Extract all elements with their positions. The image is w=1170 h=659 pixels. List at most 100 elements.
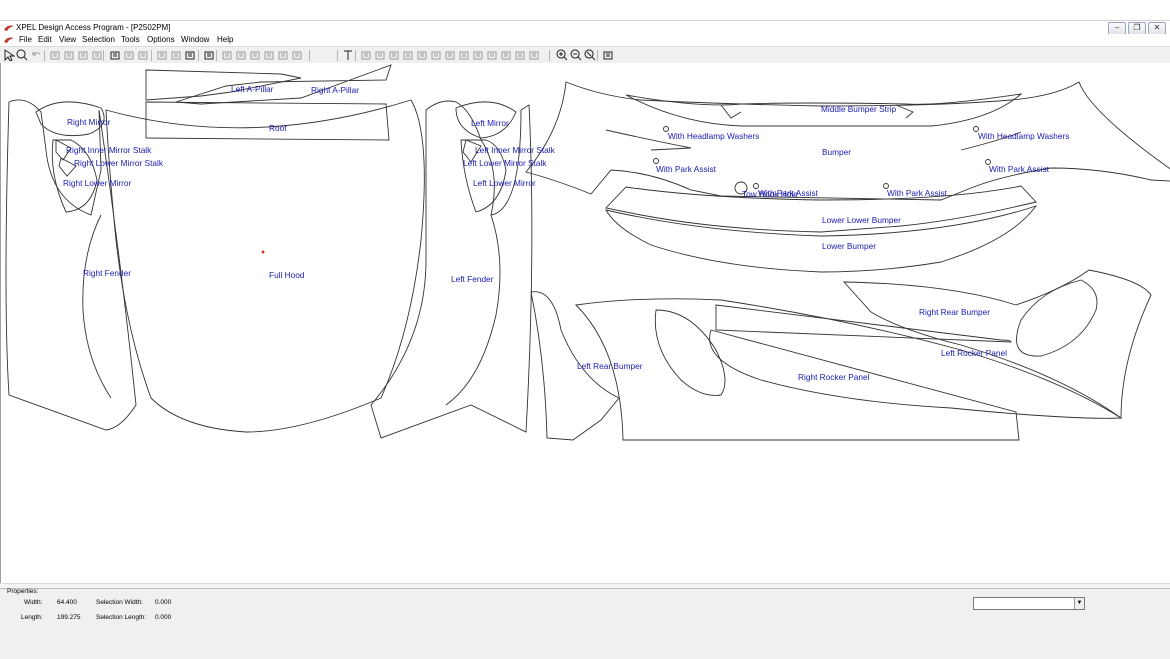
label-with-headlamp-washers-2: With Headlamp Washers xyxy=(978,131,1070,141)
properties-panel: Properties: Width: 64.400 Selection Widt… xyxy=(0,588,1170,659)
menu-help[interactable]: Help xyxy=(217,34,233,46)
length-value: 199.275 xyxy=(57,614,81,621)
toolbar xyxy=(0,46,1170,64)
toolbar-separator xyxy=(103,50,104,61)
width-label: Width: xyxy=(24,599,43,606)
print-preview-icon[interactable] xyxy=(123,49,135,61)
menu-window[interactable]: Window xyxy=(181,34,209,46)
rectangle-icon[interactable] xyxy=(156,49,168,61)
copy-icon[interactable] xyxy=(63,49,75,61)
label-middle-bumper-strip: Middle Bumper Strip xyxy=(821,104,897,114)
chevron-down-icon[interactable]: ▼ xyxy=(1074,598,1084,609)
properties-heading: Properties: xyxy=(7,588,39,595)
line-icon[interactable] xyxy=(402,49,414,61)
delete-icon[interactable] xyxy=(91,49,103,61)
label-right-lower-mirror: Right Lower Mirror xyxy=(63,178,132,188)
toolbar-separator xyxy=(216,50,217,61)
menu-file[interactable]: File xyxy=(19,34,32,46)
title-bar: XPEL Design Access Program - [P2502PM] ‒… xyxy=(0,20,1170,35)
scissors-icon[interactable] xyxy=(430,49,442,61)
rotate-icon[interactable] xyxy=(500,49,512,61)
zoom-in-icon[interactable] xyxy=(556,49,568,61)
cut-icon[interactable] xyxy=(49,49,61,61)
label-left-inner-mirror-stalk: Left Inner Mirror Stalk xyxy=(475,145,555,155)
document-icon xyxy=(4,37,14,43)
label-right-a-pillar: Right A-Pillar xyxy=(311,85,359,95)
align-left-icon[interactable] xyxy=(221,49,233,61)
align-middle-icon[interactable] xyxy=(277,49,289,61)
lower-lower-bumper-shape[interactable] xyxy=(605,185,1037,233)
nest-icon[interactable] xyxy=(514,49,526,61)
align-right-icon[interactable] xyxy=(249,49,261,61)
label-left-fender: Left Fender xyxy=(451,274,494,284)
mail-icon[interactable] xyxy=(170,49,182,61)
design-canvas[interactable]: Left A-Pillar Right A-Pillar Roof Right … xyxy=(0,63,1170,583)
menu-tools[interactable]: Tools xyxy=(121,34,140,46)
block-icon[interactable] xyxy=(472,49,484,61)
menu-edit[interactable]: Edit xyxy=(38,34,52,46)
paste-icon[interactable] xyxy=(77,49,89,61)
label-left-lower-mirror-stalk: Left Lower Mirror Stalk xyxy=(463,158,547,168)
length-label: Length: xyxy=(21,614,43,621)
selection-length-label: Selection Length: xyxy=(96,614,147,621)
label-right-fender: Right Fender xyxy=(83,268,131,278)
label-lower-lower-bumper: Lower Lower Bumper xyxy=(822,215,901,225)
text-tool-icon[interactable] xyxy=(342,49,354,61)
zoom-icon[interactable] xyxy=(16,49,28,61)
print-icon[interactable] xyxy=(109,49,121,61)
label-left-mirror: Left Mirror xyxy=(471,118,509,128)
toolbar-separator xyxy=(337,50,338,61)
toolbar-separator xyxy=(355,50,356,61)
menu-bar: File Edit View Selection Tools Options W… xyxy=(0,34,1170,46)
label-with-park-assist-3: With Park Assist xyxy=(758,188,818,198)
bumper-shape[interactable] xyxy=(525,81,1170,201)
right-rocker-panel-shape[interactable] xyxy=(575,298,1123,441)
stack-icon[interactable] xyxy=(528,49,540,61)
menu-options[interactable]: Options xyxy=(147,34,175,46)
a-pillar-left-shape[interactable] xyxy=(145,69,302,101)
node-edit-icon[interactable] xyxy=(360,49,372,61)
window-title: XPEL Design Access Program - [P2502PM] xyxy=(16,23,171,32)
cutter-icon[interactable] xyxy=(602,49,614,61)
label-with-headlamp-washers-1: With Headlamp Washers xyxy=(668,131,760,141)
curve-icon[interactable] xyxy=(388,49,400,61)
move-icon[interactable] xyxy=(416,49,428,61)
pen-icon[interactable] xyxy=(374,49,386,61)
label-right-mirror: Right Mirror xyxy=(67,117,111,127)
zoom-fit-icon[interactable] xyxy=(584,49,596,61)
top-margin xyxy=(0,0,1170,20)
selection-width-value: 0.000 xyxy=(155,599,172,606)
label-with-park-assist-4: With Park Assist xyxy=(887,188,947,198)
right-rear-bumper-shape[interactable] xyxy=(842,269,1152,419)
align-top-icon[interactable] xyxy=(263,49,275,61)
select-arrow-icon[interactable] xyxy=(3,49,15,61)
layer-dropdown[interactable]: ▼ xyxy=(973,597,1085,610)
plot-icon[interactable] xyxy=(203,49,215,61)
mirror-icon[interactable] xyxy=(458,49,470,61)
selection-width-label: Selection Width: xyxy=(96,599,143,606)
weld-icon[interactable] xyxy=(444,49,456,61)
menu-view[interactable]: View xyxy=(59,34,76,46)
label-lower-bumper: Lower Bumper xyxy=(822,241,876,251)
align-center-icon[interactable] xyxy=(235,49,247,61)
undo-icon[interactable] xyxy=(30,49,42,61)
car-icon[interactable] xyxy=(137,49,149,61)
label-full-hood: Full Hood xyxy=(269,270,305,280)
label-left-lower-mirror: Left Lower Mirror xyxy=(473,178,536,188)
label-right-inner-mirror-stalk: Right Inner Mirror Stalk xyxy=(66,145,152,155)
flip-icon[interactable] xyxy=(486,49,498,61)
label-bumper: Bumper xyxy=(822,147,852,157)
align-bottom-icon[interactable] xyxy=(291,49,303,61)
toolbar-separator xyxy=(151,50,152,61)
menu-selection[interactable]: Selection xyxy=(82,34,115,46)
label-left-rear-bumper: Left Rear Bumper xyxy=(577,361,643,371)
toolbar-separator xyxy=(597,50,598,61)
toolbar-separator xyxy=(309,50,310,61)
zoom-out-icon[interactable] xyxy=(570,49,582,61)
roof-shape[interactable] xyxy=(145,101,390,141)
export-icon[interactable] xyxy=(184,49,196,61)
label-right-rear-bumper: Right Rear Bumper xyxy=(919,307,991,317)
full-hood-shape[interactable] xyxy=(105,99,425,433)
label-left-a-pillar: Left A-Pillar xyxy=(231,84,274,94)
toolbar-separator xyxy=(198,50,199,61)
